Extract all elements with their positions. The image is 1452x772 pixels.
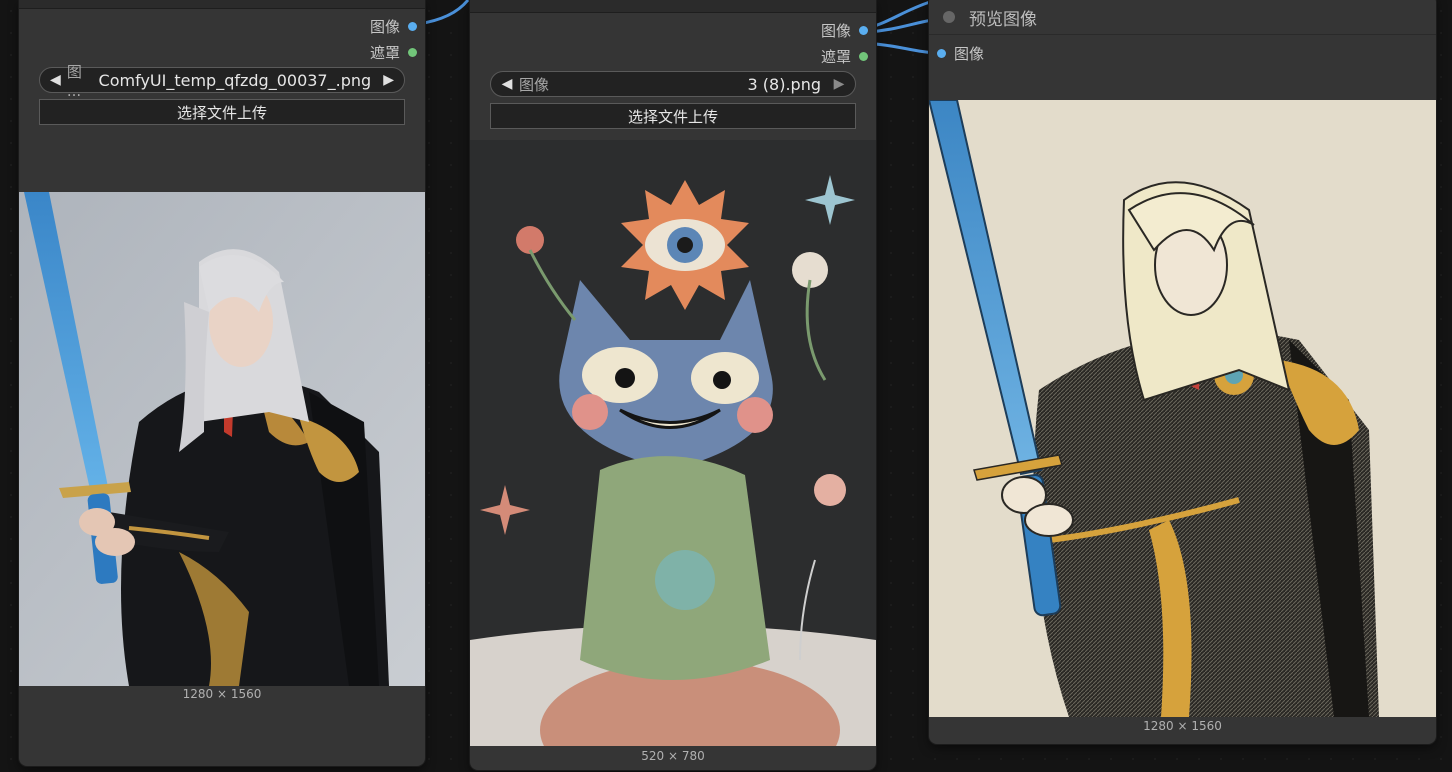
combo-prev-arrow-icon[interactable]: ◀ xyxy=(48,72,63,88)
node-title-strip[interactable] xyxy=(470,0,876,13)
output-image-label: 图像 xyxy=(820,21,851,40)
output-mask[interactable]: 遮罩 xyxy=(821,46,868,66)
output-mask-socket[interactable] xyxy=(859,51,868,61)
input-image[interactable]: 图像 xyxy=(937,43,984,63)
output-image[interactable]: 图像 xyxy=(370,16,417,36)
image-dimensions: 1280 × 1560 xyxy=(1143,719,1222,733)
image-combo[interactable]: ◀ 图 ... ComfyUI_temp_qfzdg_00037_.png ▶ xyxy=(39,63,405,100)
image-combo[interactable]: ◀ 图像 3 (8).png ▶ xyxy=(490,71,856,97)
combo-value[interactable]: 3 (8).png xyxy=(549,75,821,94)
preview-image-cosplay xyxy=(19,192,425,686)
node-title-strip[interactable] xyxy=(19,0,425,9)
output-image-socket[interactable] xyxy=(859,25,868,35)
output-image-socket[interactable] xyxy=(408,21,417,31)
node-collapse-dot[interactable] xyxy=(943,11,955,23)
wire-node1-image xyxy=(417,0,470,26)
image-dimensions: 520 × 780 xyxy=(641,749,705,763)
output-image[interactable]: 图像 xyxy=(821,20,868,40)
preview-image-ink xyxy=(929,100,1436,717)
output-image-label: 图像 xyxy=(369,17,400,36)
wire-node3-in xyxy=(874,42,937,55)
output-mask-socket[interactable] xyxy=(408,47,417,57)
combo-name: 图 ... xyxy=(66,62,82,100)
image-dimensions: 1280 × 1560 xyxy=(182,687,262,701)
node-title-bar[interactable]: 预览图像 xyxy=(929,0,1436,35)
preview-image-node[interactable]: 预览图像 图像 1280 × 1560 xyxy=(929,0,1436,744)
output-mask-label: 遮罩 xyxy=(820,47,851,66)
input-image-socket[interactable] xyxy=(937,48,946,58)
output-mask[interactable]: 遮罩 xyxy=(370,42,417,62)
node-title: 预览图像 xyxy=(969,9,1037,30)
wire-node2-image-a xyxy=(867,0,931,30)
combo-prev-arrow-icon[interactable]: ◀ xyxy=(499,76,515,92)
upload-button[interactable]: 选择文件上传 xyxy=(39,99,405,125)
load-image-node-2[interactable]: 图像 遮罩 ◀ 图像 3 (8).png ▶ 选择文件上传 520 × 780 xyxy=(470,0,876,770)
upload-button[interactable]: 选择文件上传 xyxy=(490,103,856,129)
combo-name: 图像 xyxy=(519,75,550,94)
combo-next-arrow-icon[interactable]: ▶ xyxy=(381,72,396,88)
input-image-label: 图像 xyxy=(954,44,985,63)
load-image-node-1[interactable]: 图像 遮罩 ◀ 图 ... ComfyUI_temp_qfzdg_00037_.… xyxy=(19,0,425,766)
combo-value[interactable]: ComfyUI_temp_qfzdg_00037_.png xyxy=(99,71,372,90)
combo-next-arrow-icon[interactable]: ▶ xyxy=(831,76,847,92)
output-mask-label: 遮罩 xyxy=(369,43,400,62)
wire-node2-image-b xyxy=(867,18,933,34)
preview-image-cat xyxy=(470,140,876,746)
